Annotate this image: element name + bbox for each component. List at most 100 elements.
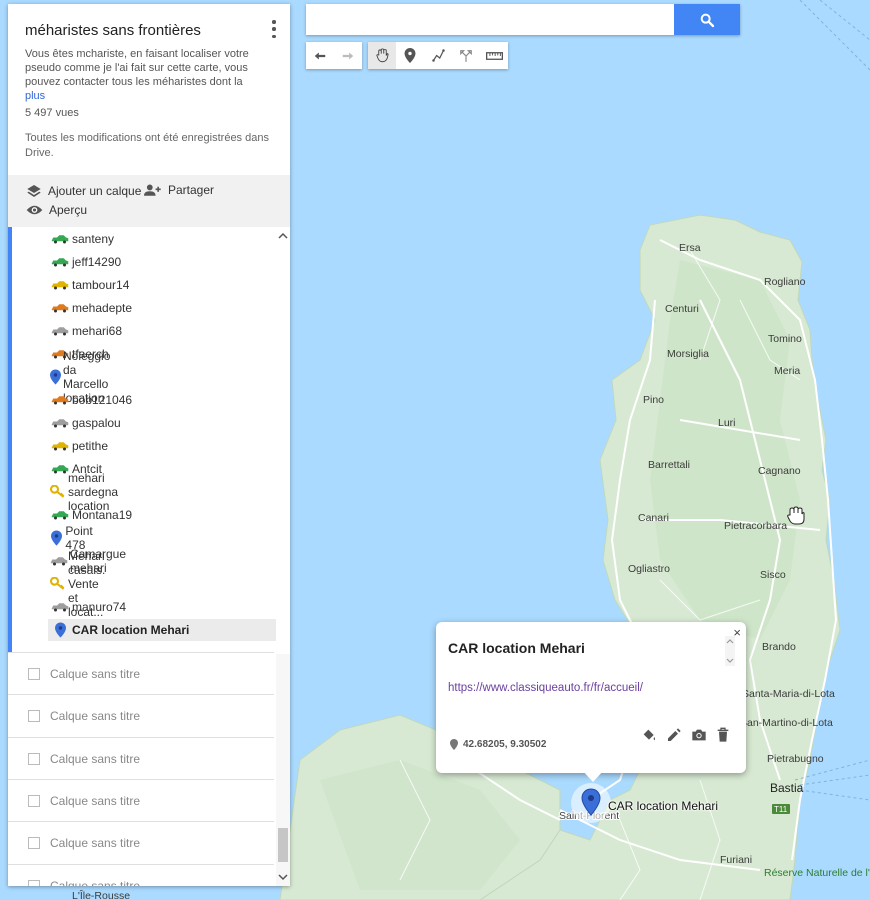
place-ersa: Ersa bbox=[679, 242, 701, 254]
car-icon bbox=[50, 323, 70, 339]
preview-button[interactable]: Aperçu bbox=[26, 203, 87, 217]
untitled-layer-label: Calque sans titre bbox=[50, 878, 141, 887]
key-icon bbox=[50, 576, 66, 592]
layer-checkbox[interactable] bbox=[28, 794, 40, 807]
popup-title: CAR location Mehari bbox=[448, 640, 585, 656]
feature-item[interactable]: Point 478 bbox=[50, 524, 99, 552]
car-icon bbox=[50, 438, 70, 454]
layer-scrollbar[interactable] bbox=[276, 227, 290, 653]
layer-feature-list: santeny jeff14290 tambour14 mehadepte mehari… bbox=[8, 227, 290, 653]
pin-icon bbox=[50, 530, 63, 546]
chevron-down-icon bbox=[278, 874, 288, 881]
add-layer-button[interactable]: Ajouter un calque bbox=[26, 183, 141, 199]
car-icon bbox=[50, 461, 70, 477]
place-morsiglia: Morsiglia bbox=[667, 348, 709, 360]
redo-icon bbox=[342, 52, 354, 59]
place-furiani: Furiani bbox=[720, 854, 752, 866]
layer-checkbox[interactable] bbox=[28, 668, 40, 680]
layer-checkbox[interactable] bbox=[28, 837, 40, 850]
add-marker-button[interactable] bbox=[396, 42, 424, 69]
feature-label: bob121046 bbox=[72, 393, 133, 407]
place-pietracorbara: Pietracorbara bbox=[724, 520, 787, 532]
undo-button[interactable] bbox=[306, 42, 334, 69]
measure-button[interactable] bbox=[480, 42, 508, 69]
coordinates-text: 42.68205, 9.30502 bbox=[463, 739, 547, 750]
feature-item[interactable]: tambour14 bbox=[50, 274, 129, 296]
car-icon bbox=[50, 599, 70, 615]
feature-item[interactable]: santeny bbox=[50, 228, 114, 250]
search-input[interactable] bbox=[306, 4, 682, 35]
untitled-layer[interactable]: Calque sans titre bbox=[8, 778, 274, 822]
feature-item[interactable]: jeff14290 bbox=[50, 251, 121, 273]
feature-item[interactable]: mehari sardegna location bbox=[50, 471, 122, 513]
feature-label: santeny bbox=[72, 232, 115, 246]
feature-item[interactable]: Montana19 bbox=[50, 504, 132, 526]
search-box bbox=[306, 4, 740, 35]
car-icon bbox=[50, 254, 70, 270]
untitled-layer-label: Calque sans titre bbox=[50, 751, 141, 766]
popup-coordinates: 42.68205, 9.30502 bbox=[450, 739, 546, 750]
feature-item[interactable]: Noleggio da Marcello location bbox=[50, 349, 119, 405]
place-pietrabugno: Pietrabugno bbox=[767, 753, 824, 765]
untitled-layer[interactable]: Calque sans titre bbox=[8, 863, 274, 887]
hand-icon bbox=[375, 48, 389, 63]
place-barrettali: Barrettali bbox=[648, 459, 690, 471]
car-icon bbox=[50, 277, 70, 293]
place-reserve: Réserve Naturelle de l'Étang bbox=[764, 866, 870, 879]
panel-scroll-thumb[interactable] bbox=[278, 828, 288, 862]
feature-item[interactable]: mehadepte bbox=[50, 297, 132, 319]
untitled-layer[interactable]: Calque sans titre bbox=[8, 821, 274, 864]
layer-checkbox[interactable] bbox=[28, 710, 40, 723]
feature-item[interactable]: manuro74 bbox=[50, 596, 126, 618]
popup-link[interactable]: https://www.classiqueauto.fr/fr/accueil/ bbox=[448, 682, 643, 694]
map-title[interactable]: méharistes sans frontières bbox=[25, 22, 273, 39]
place-rogliano: Rogliano bbox=[764, 276, 806, 288]
panel-actions: Ajouter un calque Partager Aperçu bbox=[8, 175, 290, 227]
untitled-layer-label: Calque sans titre bbox=[50, 709, 141, 724]
feature-item[interactable]: gaspalou bbox=[50, 412, 121, 434]
place-san-martino: San-Martino-di-Lota bbox=[740, 717, 833, 729]
car-icon bbox=[50, 300, 70, 316]
popup-scroll-icon bbox=[725, 636, 735, 666]
pin-icon bbox=[50, 622, 70, 638]
untitled-layer[interactable]: Calque sans titre bbox=[8, 694, 274, 737]
place-tomino: Tomino bbox=[768, 333, 802, 345]
draw-line-button[interactable] bbox=[424, 42, 452, 69]
camera-icon[interactable] bbox=[691, 727, 707, 743]
more-link[interactable]: plus bbox=[25, 89, 273, 103]
feature-item[interactable]: petithe bbox=[50, 435, 108, 457]
untitled-layer[interactable]: Calque sans titre bbox=[8, 652, 274, 695]
delete-icon[interactable] bbox=[716, 727, 730, 743]
redo-button[interactable] bbox=[334, 42, 362, 69]
feature-label: mehadepte bbox=[72, 301, 133, 315]
feature-item[interactable]: CAR location Mehari bbox=[48, 619, 280, 641]
more-options-icon[interactable] bbox=[270, 20, 278, 38]
layer-checkbox[interactable] bbox=[28, 752, 40, 765]
directions-button[interactable] bbox=[452, 42, 480, 69]
feature-item[interactable]: mehari68 bbox=[50, 320, 122, 342]
add-person-icon bbox=[144, 184, 161, 196]
edit-icon[interactable] bbox=[666, 727, 682, 743]
undo-icon bbox=[314, 52, 326, 59]
pan-tool-button[interactable] bbox=[368, 42, 396, 69]
paint-bucket-icon[interactable] bbox=[641, 727, 657, 743]
feature-item[interactable]: bob121046 bbox=[50, 389, 132, 411]
layers-icon bbox=[27, 185, 41, 197]
draw-line-icon bbox=[431, 49, 445, 62]
layers-panel: méharistes sans frontières Vous êtes mch… bbox=[8, 4, 290, 886]
road-badge-label: T11 bbox=[774, 805, 788, 814]
feature-item[interactable]: Mehari casals. Vente et locat... bbox=[50, 549, 109, 619]
layer-checkbox[interactable] bbox=[28, 879, 40, 886]
place-cagnano: Cagnano bbox=[758, 465, 801, 477]
untitled-layer[interactable]: Calque sans titre bbox=[8, 736, 274, 780]
panel-scrollbar[interactable] bbox=[276, 654, 290, 886]
feature-label: jeff14290 bbox=[72, 255, 122, 269]
place-luri: Luri bbox=[718, 417, 736, 429]
map-toolbar bbox=[306, 42, 514, 69]
directions-icon bbox=[460, 49, 472, 62]
pin-icon bbox=[50, 369, 61, 385]
view-count: 5 497 vues bbox=[25, 107, 79, 119]
search-button[interactable] bbox=[674, 4, 740, 35]
car-icon bbox=[50, 231, 70, 247]
share-button[interactable]: Partager bbox=[144, 183, 214, 197]
